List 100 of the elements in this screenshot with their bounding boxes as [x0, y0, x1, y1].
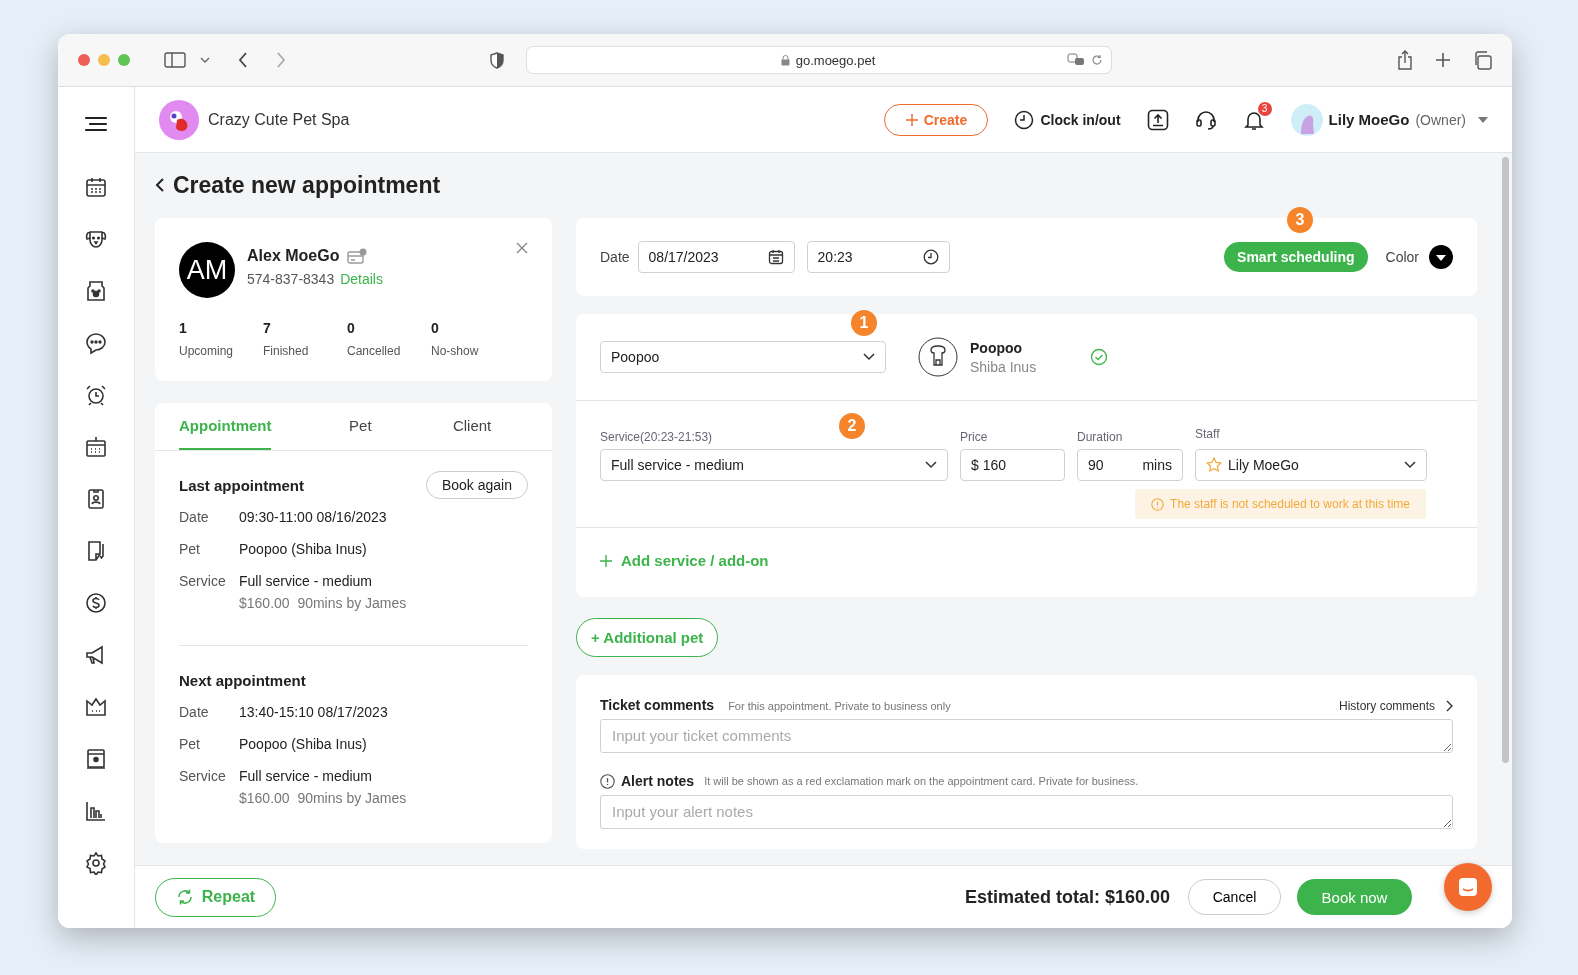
stat-label: Cancelled: [347, 344, 402, 358]
tabs-overview-icon[interactable]: [1473, 50, 1492, 70]
new-tab-icon[interactable]: [1435, 52, 1451, 68]
pet-name: Poopoo: [970, 339, 1024, 356]
chat-support-button[interactable]: [1444, 863, 1492, 911]
pet-select[interactable]: Poopoo: [600, 341, 886, 373]
upload-icon[interactable]: [1146, 108, 1169, 131]
dollar-icon[interactable]: [84, 591, 108, 615]
section-title: Next appointment: [179, 671, 306, 689]
chevron-down-icon: [1404, 461, 1416, 469]
clock-in-out-button[interactable]: Clock in/out: [1014, 109, 1121, 130]
step-marker: 2: [839, 413, 865, 439]
page-title: Create new appointment: [173, 171, 441, 199]
repeat-icon: [175, 888, 194, 906]
time-field[interactable]: 20:23: [806, 241, 950, 273]
info-icon: [600, 773, 615, 789]
credit-card-icon[interactable]: [347, 248, 368, 264]
translate-icon[interactable]: [1067, 53, 1085, 67]
step-marker: 1: [851, 310, 877, 336]
lock-icon: [780, 54, 790, 66]
color-label: Color: [1385, 249, 1419, 265]
field-value: Poopoo (Shiba Inus): [239, 736, 367, 752]
field-label: Service(20:23-21:53): [600, 430, 714, 444]
business-logo: [159, 99, 199, 140]
color-picker-icon[interactable]: [1429, 245, 1453, 269]
field-label: Service: [179, 768, 227, 786]
dog-avatar-icon: [918, 337, 958, 377]
alert-notes-field[interactable]: Input your alert notes: [600, 795, 1453, 829]
chat-icon[interactable]: [84, 331, 108, 355]
close-icon[interactable]: [516, 242, 528, 254]
estimated-total: Estimated total: $160.00: [964, 886, 1170, 908]
clock-icon: [1014, 109, 1035, 130]
headset-icon[interactable]: [1194, 108, 1217, 131]
user-name[interactable]: Lily MoeGo: [1328, 111, 1410, 128]
service-select[interactable]: Full service - medium: [600, 449, 948, 481]
ticket-comments-field[interactable]: Input your ticket comments: [600, 719, 1453, 753]
address-bar[interactable]: go.moego.pet: [526, 46, 1112, 74]
plus-icon: [905, 113, 918, 126]
crown-icon[interactable]: [84, 695, 108, 719]
client-avatar: AM: [179, 242, 235, 298]
plus-icon: [600, 554, 612, 567]
chevron-down-icon: [863, 353, 875, 361]
date-field[interactable]: 08/17/2023: [637, 241, 795, 273]
field-label: Staff: [1195, 427, 1221, 441]
pet-breed: Shiba Inus: [970, 358, 1038, 375]
settings-icon[interactable]: [84, 851, 108, 875]
field-value: 13:40-15:10 08/17/2023: [239, 704, 388, 720]
service-detail: $160.00 90mins by James: [239, 790, 407, 806]
section-title: Last appointment: [179, 476, 304, 494]
user-role: (Owner): [1415, 111, 1466, 128]
star-icon: [1206, 457, 1222, 473]
step-marker: 3: [1287, 207, 1314, 233]
reload-icon[interactable]: [1091, 54, 1103, 66]
calendar-icon[interactable]: [84, 175, 108, 199]
dropdown-caret-icon[interactable]: [1478, 116, 1488, 123]
chevron-right-icon: [1445, 700, 1453, 712]
field-value: 09:30-11:00 08/16/2023: [239, 509, 387, 525]
back-icon[interactable]: [238, 52, 248, 68]
url-text: go.moego.pet: [595, 52, 1061, 68]
alarm-clock-icon[interactable]: [84, 383, 108, 407]
bar-chart-icon[interactable]: [84, 799, 108, 823]
chevron-down-icon: [925, 461, 937, 469]
duration-field[interactable]: 90 mins: [1077, 449, 1183, 481]
history-comments-link[interactable]: History comments: [1338, 699, 1453, 713]
field-value: Poopoo (Shiba Inus): [239, 541, 367, 557]
field-label: Date: [179, 509, 210, 525]
shield-icon[interactable]: [490, 51, 504, 69]
pet-food-bag-icon[interactable]: [84, 279, 108, 303]
back-icon[interactable]: [155, 178, 165, 192]
cancel-button[interactable]: Cancel: [1188, 879, 1281, 915]
book-again-button[interactable]: Book again: [425, 471, 528, 499]
field-label: Price: [960, 430, 989, 444]
stat-label: Upcoming: [179, 344, 235, 358]
share-icon[interactable]: [1397, 50, 1413, 70]
client-phone: 574-837-8343: [247, 271, 335, 287]
field-label: Pet: [179, 736, 201, 752]
ticket-comments-label: Ticket comments: [600, 697, 715, 713]
date-label: Date: [600, 249, 630, 265]
staff-select[interactable]: Lily MoeGo: [1195, 449, 1427, 481]
service-detail: $160.00 90mins by James: [239, 595, 407, 611]
alert-notes-hint: It will be shown as a red exclamation mark on the appointment card. Private for business.: [704, 775, 1139, 787]
scrollbar[interactable]: [1502, 157, 1509, 763]
chevron-down-icon[interactable]: [200, 57, 210, 63]
ticket-comments-hint: For this appointment. Private to business only: [728, 700, 951, 712]
menu-icon[interactable]: [84, 116, 108, 132]
warning-icon: [1151, 497, 1165, 511]
stat-count: 0: [431, 320, 440, 336]
sidebar-toggle-icon[interactable]: [164, 52, 186, 68]
field-label: Service: [179, 573, 227, 591]
close-window-button[interactable]: [78, 54, 90, 66]
tab[interactable]: Pet: [304, 403, 417, 450]
stat-count: 0: [347, 320, 356, 336]
notification-badge: 3: [1257, 101, 1272, 116]
calendar-icon[interactable]: [84, 435, 108, 459]
stat-count: 7: [263, 320, 272, 336]
field-label: Date: [179, 704, 210, 720]
field-label: Duration: [1077, 430, 1124, 444]
field-value: Full service - medium: [239, 573, 374, 589]
tab[interactable]: Client: [416, 403, 528, 450]
price-field[interactable]: $ 160: [960, 449, 1065, 481]
